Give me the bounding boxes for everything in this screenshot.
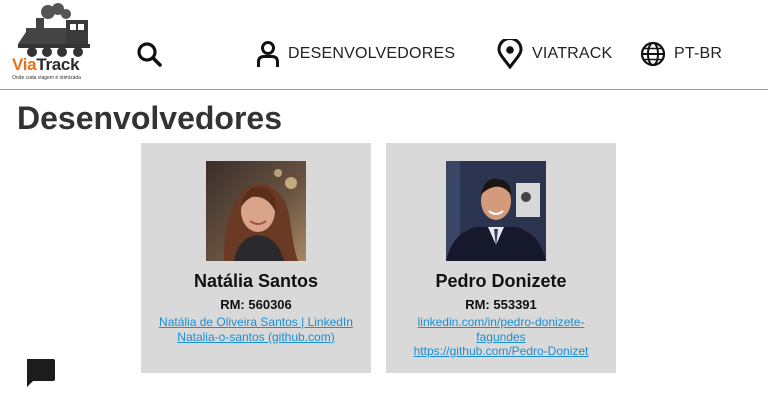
nav-viatrack-link[interactable]: VIATRACK [496, 38, 612, 70]
chat-button[interactable] [24, 357, 56, 389]
linkedin-link[interactable]: linkedin.com/in/pedro-donizete- [386, 315, 616, 330]
developer-links: Natália de Oliveira Santos | LinkedIn Na… [141, 315, 371, 344]
developer-links: linkedin.com/in/pedro-donizete- fagundes… [386, 315, 616, 359]
developer-name: Pedro Donizete [435, 271, 567, 291]
language-label: PT-BR [674, 45, 723, 62]
location-pin-icon [497, 39, 523, 69]
search-button[interactable] [135, 40, 163, 68]
developer-avatar-natalia [206, 161, 306, 261]
logo-track-text: Track [36, 55, 80, 74]
developer-card: Natália Santos RM: 560306 Natália de Oli… [141, 143, 371, 373]
nav-developers-link[interactable]: DESENVOLVEDORES [256, 38, 455, 70]
developer-rm: RM: 553391 [465, 297, 537, 312]
train-logo-icon [18, 3, 90, 57]
developer-card: Pedro Donizete RM: 553391 linkedin.com/i… [386, 143, 616, 373]
nav-developers-label: DESENVOLVEDORES [288, 45, 456, 62]
logo-via-text: Via [12, 55, 37, 74]
linkedin-link[interactable]: Natália de Oliveira Santos | LinkedIn [141, 315, 371, 330]
developer-avatar-pedro [446, 161, 546, 261]
developer-photo [446, 161, 546, 261]
github-link[interactable]: https://github.com/Pedro-Donizet [386, 344, 616, 359]
viatrack-logo[interactable]: ViaTrack Onde cada viagem é otimizada [10, 2, 98, 84]
developer-photo [206, 161, 306, 261]
developer-name: Natália Santos [193, 271, 319, 291]
search-icon [137, 42, 162, 67]
page-title: Desenvolvedores [17, 100, 283, 136]
chat-icon [27, 359, 55, 387]
linkedin-link-continued[interactable]: fagundes [386, 330, 616, 345]
nav-viatrack-label: VIATRACK [532, 45, 613, 62]
logo-wordmark: ViaTrack [12, 55, 80, 75]
top-navigation-bar: ViaTrack Onde cada viagem é otimizada DE… [0, 0, 768, 90]
developer-rm: RM: 560306 [220, 297, 292, 312]
logo-tagline: Onde cada viagem é otimizada [12, 75, 81, 81]
language-selector[interactable]: PT-BR [640, 38, 722, 70]
user-icon [257, 41, 279, 67]
globe-icon [640, 41, 666, 67]
github-link[interactable]: Natalia-o-santos (github.com) [141, 330, 371, 345]
